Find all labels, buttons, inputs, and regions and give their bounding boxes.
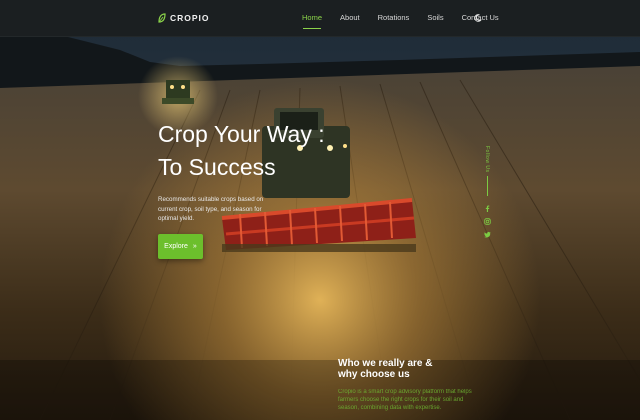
nav-link-home[interactable]: Home [302,13,322,29]
hero-title-line-2: To Success [158,154,276,180]
about-title-line-2: why choose us [338,369,410,380]
about-section-title: Who we really are & why choose us [338,358,432,380]
hero-background-image [0,0,640,420]
explore-button[interactable]: Explore » [158,234,203,259]
brand-logo[interactable]: CROPIO [158,13,210,23]
brand-name: CROPIO [170,13,210,23]
nav-link-rotations[interactable]: Rotations [378,13,410,22]
navbar: CROPIO Home About Rotations Soils Contac… [0,0,640,37]
facebook-icon[interactable] [484,205,491,213]
hero-title: Crop Your Way : To Success [158,118,325,184]
leaf-logo-icon [158,13,166,23]
instagram-icon[interactable] [483,218,491,226]
social-links: Follow Us [480,146,494,241]
nav-link-about[interactable]: About [340,13,360,22]
nav-link-soils[interactable]: Soils [427,13,443,22]
double-chevron-right-icon: » [192,243,197,250]
twitter-icon[interactable] [483,231,491,238]
hero-title-line-1: Crop Your Way : [158,121,325,147]
about-section-text: Cropio is a smart crop advisory platform… [338,389,472,411]
social-divider [486,176,488,197]
hero-description: Recommends suitable crops based on curre… [158,196,264,222]
follow-us-label: Follow Us [484,146,490,173]
about-title-line-1: Who we really are & [338,358,433,369]
explore-button-label: Explore [164,243,188,250]
moon-icon[interactable] [474,14,482,22]
main-nav: Home About Rotations Soils Contact Us [302,13,499,29]
